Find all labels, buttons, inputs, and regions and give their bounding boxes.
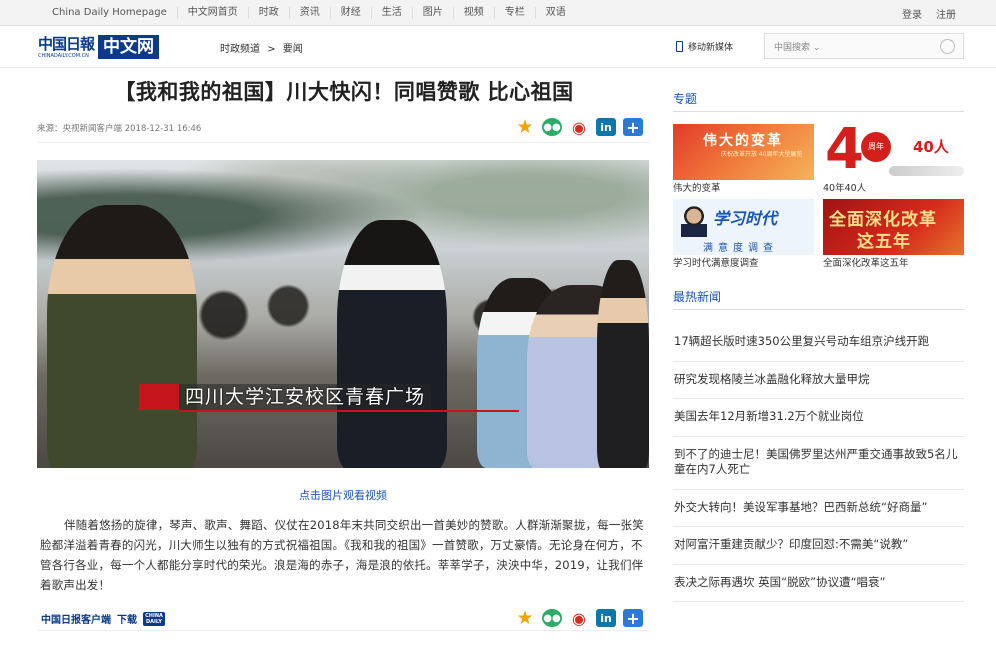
hot-news-item[interactable]: 对阿富汗重建贡献少？印度回怼:不需美“说教” [673,527,964,565]
watch-video-link[interactable]: 点击图片观看视频 [37,487,649,503]
mobile-media-label: 移动新媒体 [688,43,734,53]
nav-link-photos[interactable]: 图片 [413,7,454,19]
nav-link-cn-homepage[interactable]: 中文网首页 [178,7,249,19]
topic-tile[interactable]: 全面深化改革 这五年 全面深化改革这五年 [823,199,964,270]
topic-image-title: 伟大的变革 [703,133,783,149]
logo-wordmark: 中国日報 CHINADAILY.COM.CN [38,34,95,59]
video-caption: 四川大学江安校区青春广场 [139,384,432,410]
mobile-media-link[interactable]: 移动新媒体 [676,40,733,53]
topic-label[interactable]: 伟大的变革 [673,182,814,195]
topic-image[interactable]: 学习时代 满意度调查 [673,199,814,255]
hot-news-list: 17辆超长版时速350公里复兴号动车组京沪线开跑 研究发现格陵兰冰盖融化释放大量… [673,320,964,602]
topic-tile[interactable]: 伟大的变革 庆祝改革开放 40周年大型展览 伟大的变革 [673,124,814,195]
topic-image-subtitle: 满意度调查 [703,243,778,254]
nav-link-bilingual[interactable]: 双语 [536,7,576,19]
app-download[interactable]: 中国日报客户端 下载 CHINA DAILY [41,611,165,626]
topic-image-title: 40人 [913,138,949,156]
source-label: 来源：央视新闻客户端 [37,124,123,134]
hot-news-item[interactable]: 美国去年12月新增31.2万个就业岗位 [673,399,964,437]
topic-label[interactable]: 全面深化改革这五年 [823,257,964,270]
linkedin-icon[interactable]: in [596,609,616,627]
share-bar-top: ★ ●● ◉ in + [515,116,643,138]
favorite-star-icon[interactable]: ★ [515,607,535,629]
hot-news-item[interactable]: 到不了的迪士尼！美国佛罗里达州严重交通事故致5名儿童在内7人死亡 [673,437,964,490]
topic-image[interactable]: 伟大的变革 庆祝改革开放 40周年大型展览 [673,124,814,180]
auth-links: 登录 注册 [902,0,956,26]
breadcrumb-section[interactable]: 要闻 [283,44,303,55]
logo-domain: CHINADAILY.COM.CN [38,53,89,59]
article-video-image[interactable]: 四川大学江安校区青春广场 [37,160,649,468]
nav-link-news[interactable]: 资讯 [290,7,331,19]
publish-time: 2018-12-31 16:46 [124,124,202,134]
search-box[interactable]: 中国搜索 ⌄ [764,33,964,59]
download-link[interactable]: 下载 [117,611,137,626]
nav-link-chinadaily-homepage[interactable]: China Daily Homepage [42,7,178,19]
hero-student [337,220,447,468]
article-title: 【我和我的祖国】川大快闪！同唱赞歌 比心祖国 [114,80,574,104]
topic-tiles: 伟大的变革 庆祝改革开放 40周年大型展览 伟大的变革 4 周年 40人 40年… [673,124,964,270]
topic-image-subtitle: 这五年 [857,232,911,252]
favorite-star-icon[interactable]: ★ [515,116,535,138]
china-daily-app-icon: CHINA DAILY [143,611,165,626]
topic-image-number: 4 [825,124,864,180]
nav-link-politics[interactable]: 时政 [249,7,290,19]
topic-image-subtitle: 庆祝改革开放 40周年大型展览 [721,151,803,158]
share-more-icon[interactable]: + [623,118,643,137]
nav-link-life[interactable]: 生活 [372,7,413,19]
hot-news-item[interactable]: 外交大转向！美设军事基地？巴西新总统“好商量” [673,490,964,527]
topic-tile[interactable]: 学习时代 满意度调查 学习时代满意度调查 [673,199,814,270]
topic-label[interactable]: 40年40人 [823,182,964,195]
logo-tag: 中文网 [98,34,160,59]
sidebar: 专题 伟大的变革 庆祝改革开放 40周年大型展览 伟大的变革 4 周年 40人 … [673,90,964,602]
topic-image-ring: 周年 [861,132,891,162]
search-icon[interactable] [940,39,955,54]
top-nav-links: China Daily Homepage 中文网首页 时政 资讯 财经 生活 图… [42,0,576,26]
topic-tile[interactable]: 4 周年 40人 40年40人 [823,124,964,195]
site-header: 中国日報 CHINADAILY.COM.CN 中文网 时政频道 > 要闻 移动新… [0,26,996,68]
article-source: 来源：央视新闻客户端 2018-12-31 16:46 [37,122,201,134]
logo-text: 中国日報 [38,35,95,53]
share-more-icon[interactable]: + [623,609,643,628]
hero-student [47,205,197,468]
nav-link-video[interactable]: 视频 [454,7,495,19]
wechat-icon[interactable]: ●● [542,118,562,136]
hot-news-item[interactable]: 17辆超长版时速350公里复兴号动车组京沪线开跑 [673,320,964,362]
train-graphic [889,166,964,176]
topic-image-title: 学习时代 [713,209,778,228]
article-body: 伴随着悠扬的旋律，琴声、歌声、舞蹈、仪仗在2018年末共同交织出一首美妙的赞歌。… [40,518,644,592]
article-meta: 来源：央视新闻客户端 2018-12-31 16:46 ★ ●● ◉ in + [37,116,649,143]
caption-underline [179,410,519,412]
topic-image[interactable]: 4 周年 40人 [823,124,964,180]
caption-text: 四川大学江安校区青春广场 [179,384,432,410]
topics-heading: 专题 [673,90,964,112]
app-label: 中国日报客户端 [41,615,111,626]
linkedin-icon[interactable]: in [596,118,616,136]
weibo-icon[interactable]: ◉ [569,118,589,137]
wechat-icon[interactable]: ●● [542,609,562,627]
login-link[interactable]: 登录 [902,6,922,21]
hot-news-item[interactable]: 研究发现格陵兰冰盖融化释放大量甲烷 [673,362,964,399]
topic-image[interactable]: 全面深化改革 这五年 [823,199,964,255]
share-bar-bottom: ★ ●● ◉ in + [515,607,643,629]
hot-news-item[interactable]: 表决之际再遇坎 英国“脱欧”协议遭“唱衰” [673,565,964,602]
site-logo[interactable]: 中国日報 CHINADAILY.COM.CN 中文网 [38,34,160,59]
article-footer: 中国日报客户端 下载 CHINA DAILY ★ ●● ◉ in + [37,607,649,631]
topic-label[interactable]: 学习时代满意度调查 [673,257,814,270]
nav-link-finance[interactable]: 财经 [331,7,372,19]
nav-link-columns[interactable]: 专栏 [495,7,536,19]
article: 【我和我的祖国】川大快闪！同唱赞歌 比心祖国 来源：央视新闻客户端 2018-1… [37,69,649,631]
caption-accent [139,384,179,410]
search-input[interactable]: 中国搜索 ⌄ [774,40,820,53]
top-nav: China Daily Homepage 中文网首页 时政 资讯 财经 生活 图… [0,0,996,26]
breadcrumb-channel[interactable]: 时政频道 [220,44,260,55]
portrait-graphic [681,205,707,237]
weibo-icon[interactable]: ◉ [569,609,589,628]
breadcrumb-separator: > [267,44,276,55]
register-link[interactable]: 注册 [936,6,956,21]
hot-news-heading: 最热新闻 [673,288,964,310]
breadcrumb: 时政频道 > 要闻 [220,40,303,55]
phone-icon [676,41,683,52]
hero-student [597,260,649,468]
